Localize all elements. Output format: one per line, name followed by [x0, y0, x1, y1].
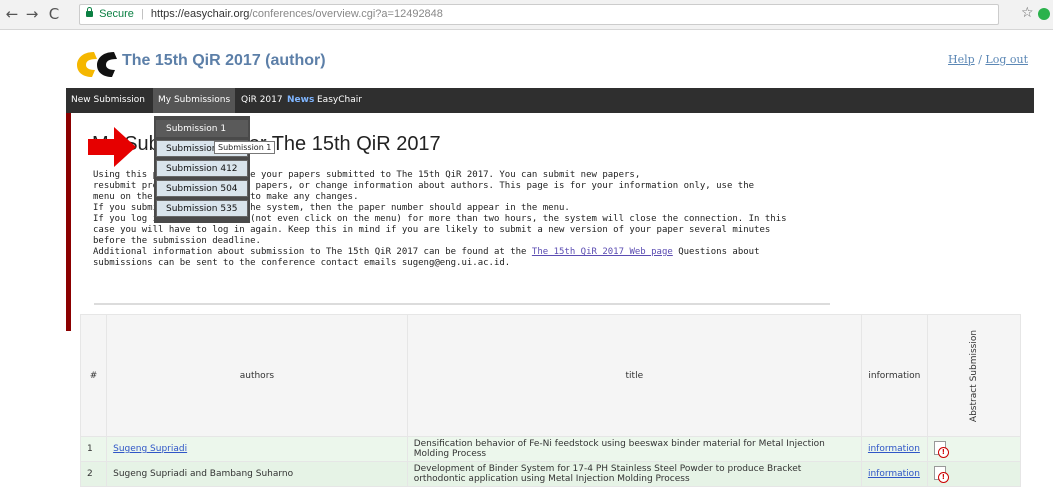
col-number: # — [79, 314, 108, 437]
info-suffix: Questions about — [672, 247, 760, 257]
document-warning-icon[interactable] — [933, 440, 949, 458]
reload-icon[interactable]: C — [46, 5, 62, 23]
row-title: Densification behavior of Fe-Ni feedstoc… — [406, 436, 862, 462]
row-authors: Sugeng Supriadi — [106, 436, 408, 462]
page: The 15th QiR 2017 (author) Help / Log ou… — [66, 31, 1034, 502]
tooltip: Submission 1 — [214, 141, 276, 154]
side-accent — [66, 113, 71, 331]
table-row: 2 Sugeng Supriadi and Bambang Suharno De… — [79, 461, 1022, 487]
table-header-row: # authors title information Abstract Sub… — [79, 314, 1022, 437]
browser-toolbar: ← → C Secure | https://easychair.org/con… — [0, 0, 1053, 30]
conference-title: The 15th QiR 2017 (author) — [122, 52, 326, 69]
menu-my-submissions[interactable]: My Submissions — [153, 88, 236, 113]
dropdown-item-submission-504[interactable]: Submission 504 — [156, 180, 248, 197]
url-separator: | — [140, 8, 144, 20]
row-abstract — [926, 436, 1022, 462]
dropdown-item-submission-412[interactable]: Submission 412 — [156, 160, 248, 177]
col-title: title — [406, 314, 862, 437]
row-abstract — [926, 461, 1022, 487]
url-host: https://easychair.org — [150, 8, 250, 20]
submissions-dropdown: Submission 1 Submission 2 Submission 412… — [154, 116, 250, 223]
row-information: information — [860, 461, 928, 487]
dropdown-item-submission-535[interactable]: Submission 535 — [156, 200, 248, 217]
help-link[interactable]: Help — [948, 53, 975, 66]
intro-line: submissions can be sent to the conferenc… — [93, 258, 511, 268]
easychair-logo-icon — [77, 52, 117, 77]
col-information: information — [860, 314, 928, 437]
red-arrow-icon — [88, 127, 136, 167]
author-link[interactable]: Sugeng Supriadi — [113, 444, 187, 454]
row-title: Development of Binder System for 17-4 PH… — [406, 461, 862, 487]
lock-icon — [86, 7, 93, 17]
bookmark-star-icon[interactable]: ☆ — [1021, 5, 1034, 21]
link-separator: / — [978, 53, 982, 66]
intro-line: case you will have to log in again. Keep… — [93, 225, 771, 235]
abstract-submission-label: Abstract Submission — [968, 329, 979, 422]
info-prefix: Additional information about submission … — [93, 247, 532, 257]
row-number: 1 — [79, 436, 108, 462]
extension-icon[interactable] — [1038, 8, 1050, 20]
menu-qir-2017[interactable]: QiR 2017 — [236, 88, 288, 113]
row-information: information — [860, 436, 928, 462]
intro-line: Additional information about submission … — [93, 247, 793, 258]
row-authors: Sugeng Supriadi and Bambang Suharno — [106, 461, 408, 487]
row-number: 2 — [79, 461, 108, 487]
submissions-table: # authors title information Abstract Sub… — [79, 314, 1022, 487]
document-warning-icon[interactable] — [933, 465, 949, 483]
col-abstract-submission: Abstract Submission — [926, 314, 1022, 437]
dropdown-item-submission-1[interactable]: Submission 1 — [156, 120, 248, 137]
main-menu: New Submission My Submissions QiR 2017 N… — [66, 88, 1034, 113]
menu-easychair[interactable]: EasyChair — [312, 88, 367, 113]
table-row: 1 Sugeng Supriadi Densification behavior… — [79, 436, 1022, 462]
information-link[interactable]: information — [868, 444, 920, 454]
secure-label: Secure — [99, 8, 134, 20]
menu-new-submission[interactable]: New Submission — [66, 88, 150, 113]
top-links: Help / Log out — [948, 53, 1028, 66]
conference-web-page-link[interactable]: The 15th QiR 2017 Web page — [532, 247, 673, 257]
forward-arrow-icon[interactable]: → — [24, 5, 40, 23]
divider — [94, 303, 830, 305]
back-arrow-icon[interactable]: ← — [4, 5, 20, 23]
logout-link[interactable]: Log out — [985, 53, 1028, 66]
url-path: /conferences/overview.cgi?a=12492848 — [249, 8, 443, 20]
intro-line: before the submission deadline. — [93, 236, 261, 246]
information-link[interactable]: information — [868, 469, 920, 479]
col-authors: authors — [106, 314, 408, 437]
address-bar[interactable]: Secure | https://easychair.org/conferenc… — [79, 4, 999, 25]
